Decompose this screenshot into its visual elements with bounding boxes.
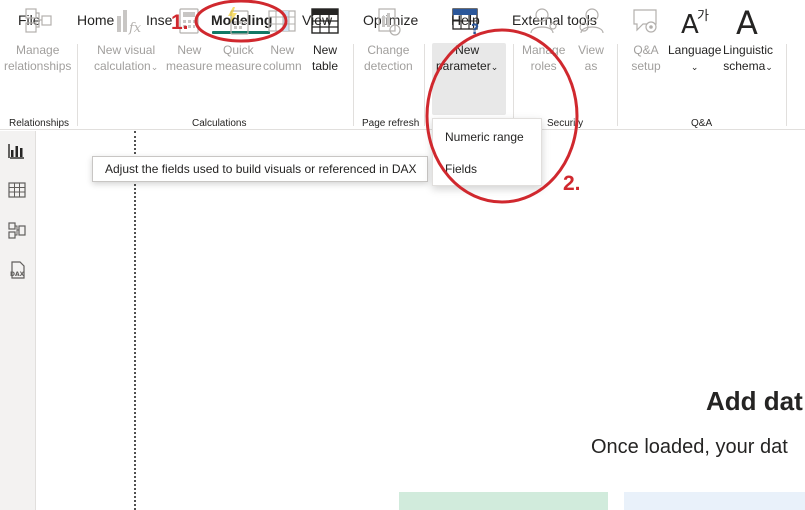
canvas-boundary (134, 131, 136, 510)
new-parameter-button[interactable]: ? New parameter⌄ (436, 6, 498, 75)
canvas-welcome-title: Add dat (706, 386, 803, 416)
new-column-button[interactable]: New column (263, 6, 302, 74)
svg-text:A: A (736, 6, 758, 36)
new-visual-calculation-button[interactable]: fx New visual calculation⌄ (94, 6, 158, 75)
svg-text:가: 가 (697, 9, 709, 24)
group-separator (77, 44, 78, 126)
report-view-icon[interactable] (7, 141, 27, 161)
view-switcher-rail: DAX (0, 131, 36, 510)
new-parameter-tooltip: Adjust the fields used to build visuals … (92, 156, 428, 182)
language-icon: A 가 (681, 9, 709, 36)
data-source-card[interactable] (624, 492, 805, 510)
group-separator (353, 44, 354, 126)
group-label-relationships: Relationships (9, 118, 70, 129)
linguistic-schema-icon: A (736, 6, 758, 36)
parameter-icon: ? (452, 8, 479, 36)
svg-text:?: ? (471, 22, 479, 36)
data-source-card[interactable] (399, 492, 608, 510)
group-label-security: Security (547, 118, 584, 129)
new-parameter-dropdown: Numeric range Fields (432, 118, 542, 186)
new-table-button[interactable]: New table (310, 6, 340, 74)
group-separator (617, 44, 618, 126)
dax-query-view-icon[interactable]: DAX (7, 260, 27, 280)
quick-measure-icon (228, 7, 249, 35)
group-separator (786, 44, 787, 126)
chevron-down-icon: ⌄ (690, 62, 699, 72)
view-as-icon (579, 8, 604, 34)
column-icon (268, 10, 296, 32)
quick-measure-button[interactable]: Quick measure (215, 6, 262, 74)
table-view-icon[interactable] (7, 180, 27, 200)
group-label-page-refresh: Page refresh (362, 118, 420, 129)
chevron-down-icon: ⌄ (765, 62, 773, 72)
manage-roles-button[interactable]: Manage roles (522, 6, 565, 74)
dropdown-item-numeric-range[interactable]: Numeric range (433, 121, 541, 153)
qa-setup-icon (633, 9, 657, 33)
group-separator (513, 44, 514, 126)
svg-text:fx: fx (128, 21, 142, 36)
group-label-qa: Q&A (691, 118, 713, 129)
roles-icon (530, 8, 557, 34)
manage-relationships-button[interactable]: Manage relationships (4, 6, 71, 74)
dropdown-item-fields[interactable]: Fields (433, 153, 541, 185)
relationships-icon (25, 8, 52, 33)
annotation-step-1: 1. (171, 11, 189, 34)
change-detection-icon (378, 8, 401, 36)
chevron-down-icon: ⌄ (490, 62, 499, 72)
chevron-down-icon: ⌄ (150, 62, 159, 72)
view-as-button[interactable]: View as (576, 6, 606, 74)
table-icon (311, 8, 339, 34)
linguistic-schema-button[interactable]: A Linguistic schema⌄ (723, 6, 773, 75)
model-view-icon[interactable] (7, 220, 27, 240)
annotation-step-2: 2. (563, 172, 581, 195)
change-detection-button[interactable]: Change detection (364, 6, 413, 74)
group-separator (424, 44, 425, 126)
visual-calculation-icon: fx (117, 10, 142, 36)
svg-text:DAX: DAX (10, 271, 25, 278)
canvas-welcome-subtitle: Once loaded, your dat (591, 436, 788, 458)
qa-setup-button[interactable]: Q&A setup (631, 6, 661, 74)
group-label-calculations: Calculations (192, 118, 247, 129)
language-button[interactable]: A 가 Language ⌄ (668, 6, 721, 75)
